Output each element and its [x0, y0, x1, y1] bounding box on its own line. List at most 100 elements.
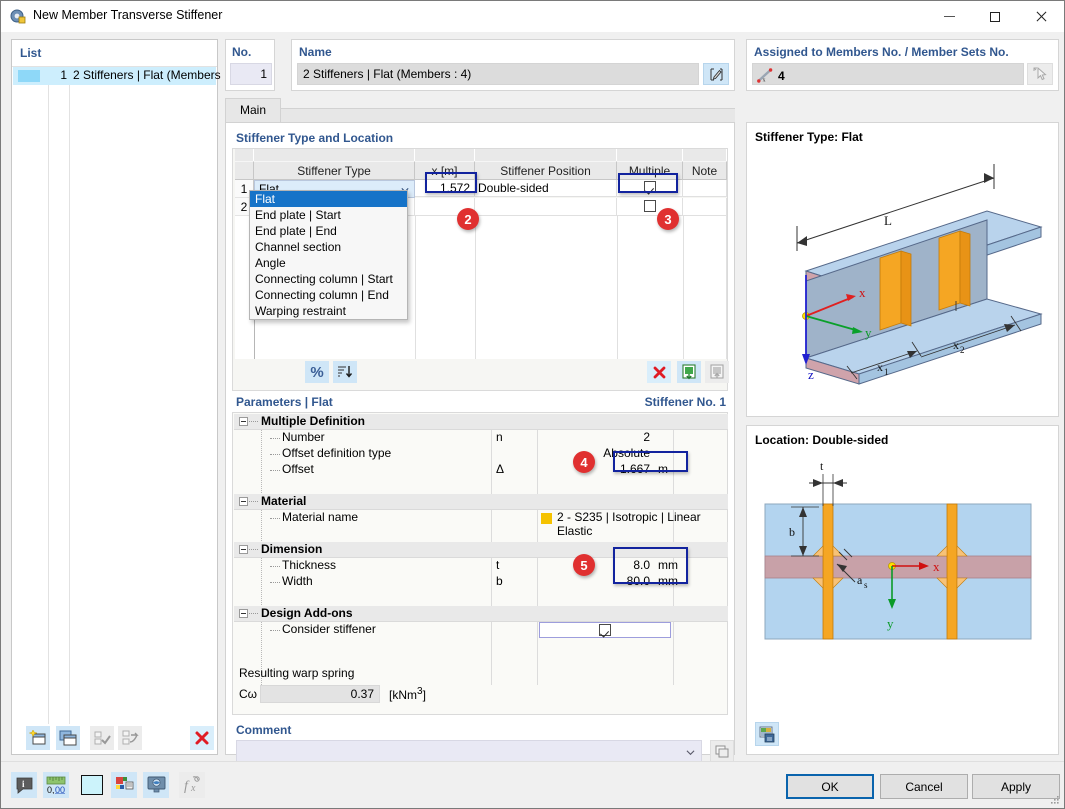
- dropdown-option[interactable]: Channel section: [250, 239, 407, 255]
- pick-members-button: [1027, 63, 1053, 85]
- note-cell[interactable]: [683, 180, 727, 197]
- label-width: b: [789, 525, 795, 539]
- parameters-title: Parameters | Flat: [236, 395, 333, 409]
- select-all-button: [90, 726, 114, 750]
- comment-library-button[interactable]: [710, 740, 734, 762]
- label-axis-x: x: [859, 285, 866, 300]
- dropdown-option[interactable]: Flat: [250, 191, 407, 207]
- number-value[interactable]: 1: [230, 63, 272, 85]
- close-button[interactable]: [1018, 1, 1064, 32]
- chevron-down-icon[interactable]: [686, 748, 695, 757]
- stiffener-type-dropdown[interactable]: Flat End plate | Start End plate | End C…: [249, 190, 408, 320]
- param-symbol: Δ: [496, 462, 505, 476]
- cancel-button[interactable]: Cancel: [880, 774, 968, 799]
- dropdown-option[interactable]: End plate | End: [250, 223, 407, 239]
- import-excel-button[interactable]: [677, 361, 701, 383]
- warp-spring-value: 0.37: [260, 685, 380, 703]
- highlight-dimension-values: [613, 547, 688, 584]
- copy-item-button[interactable]: [56, 726, 80, 750]
- param-value[interactable]: 2 - S235 | Isotropic | Linear Elastic: [557, 510, 728, 538]
- stiffener-position-cell-empty[interactable]: [475, 198, 617, 216]
- assigned-members-input[interactable]: x 4: [752, 63, 1024, 85]
- tab-strip: Main: [225, 98, 735, 122]
- table-spacer-note: [683, 149, 727, 161]
- param-section-label: Material: [261, 494, 307, 508]
- color-swatch-icon: [81, 775, 103, 795]
- multiple-checkbox-row2[interactable]: [643, 200, 656, 212]
- sort-descending-icon: [338, 366, 353, 378]
- renumber-button[interactable]: [111, 772, 137, 798]
- percent-icon: %: [310, 363, 324, 381]
- renumber-icon: [115, 777, 133, 790]
- maximize-button[interactable]: [972, 1, 1018, 32]
- param-value[interactable]: 2: [534, 430, 650, 444]
- sort-button[interactable]: [333, 361, 357, 383]
- minimize-icon: [943, 16, 955, 17]
- param-section-material[interactable]: Material: [234, 494, 728, 510]
- edit-name-button[interactable]: [703, 63, 729, 85]
- units-icon: 0, 00: [46, 776, 66, 794]
- dropdown-option[interactable]: Angle: [250, 255, 407, 271]
- collapse-icon[interactable]: [239, 545, 248, 554]
- collapse-icon[interactable]: [239, 497, 248, 506]
- param-section-multiple-definition[interactable]: Multiple Definition: [234, 414, 728, 430]
- param-row-material-name[interactable]: Material name 2 - S235 | Isotropic | Lin…: [234, 510, 728, 538]
- param-label: Number: [282, 430, 325, 444]
- percent-button[interactable]: %: [305, 361, 329, 383]
- list-item[interactable]: 1 2 Stiffeners | Flat (Members : 4): [13, 67, 241, 85]
- comment-input[interactable]: [236, 740, 702, 762]
- warp-spring-unit: [kNm3]: [389, 686, 426, 702]
- dropdown-option[interactable]: Connecting column | End: [250, 287, 407, 303]
- param-symbol: t: [496, 558, 500, 572]
- help-info-button[interactable]: i: [11, 772, 37, 798]
- param-row-consider-stiffener[interactable]: Consider stiffener: [234, 622, 728, 638]
- table-header-stiffener-type: Stiffener Type: [254, 161, 415, 180]
- apply-button[interactable]: Apply: [972, 774, 1060, 799]
- label-length: L: [884, 213, 892, 228]
- parameters-header: Parameters | Flat Stiffener No. 1: [232, 395, 728, 412]
- bottom-bar: i 0, 00 f x OK Cancel Apply: [1, 761, 1064, 808]
- table-corner-spacer: [235, 149, 254, 161]
- display-button[interactable]: [143, 772, 169, 798]
- list-title: List: [20, 46, 42, 60]
- warp-spring-symbol: Cω: [239, 687, 258, 701]
- list-item-label: 2 Stiffeners | Flat (Members : 4): [73, 68, 242, 82]
- consider-stiffener-checkbox[interactable]: [599, 624, 611, 636]
- consider-stiffener-field[interactable]: [539, 622, 671, 638]
- collapse-icon[interactable]: [239, 417, 248, 426]
- close-icon: [1035, 11, 1047, 23]
- dropdown-option[interactable]: Connecting column | Start: [250, 271, 407, 287]
- name-input[interactable]: 2 Stiffeners | Flat (Members : 4): [297, 63, 699, 85]
- badge-5: 5: [573, 554, 595, 576]
- units-decimals-button[interactable]: 0, 00: [43, 772, 69, 798]
- resize-grip[interactable]: [1049, 794, 1060, 805]
- stiffener-group-title: Stiffener Type and Location: [236, 131, 394, 145]
- title-bar: New Member Transverse Stiffener: [1, 1, 1064, 32]
- tab-main[interactable]: Main: [225, 98, 281, 122]
- color-swatch-button[interactable]: [79, 772, 105, 798]
- ok-button[interactable]: OK: [786, 774, 874, 799]
- highlight-multiple-checkbox: [618, 173, 678, 193]
- new-item-button[interactable]: [26, 726, 50, 750]
- badge-4: 4: [573, 451, 595, 473]
- export-excel-button: [705, 361, 729, 383]
- stiffener-position-cell[interactable]: Double-sided: [475, 180, 617, 197]
- dropdown-option[interactable]: End plate | Start: [250, 207, 407, 223]
- label-x1: x: [877, 360, 883, 374]
- delete-item-button[interactable]: [190, 726, 214, 750]
- param-row-number[interactable]: Number n 2: [234, 430, 728, 446]
- dropdown-option[interactable]: Warping restraint: [250, 303, 407, 319]
- assigned-members-panel: Assigned to Members No. / Member Sets No…: [746, 39, 1059, 91]
- list-item-number: 1: [60, 68, 67, 82]
- stiffener-number-title: Stiffener No. 1: [644, 395, 726, 409]
- param-section-label: Dimension: [261, 542, 323, 556]
- param-section-design-addons[interactable]: Design Add-ons: [234, 606, 728, 622]
- note-cell-row2[interactable]: [683, 198, 727, 216]
- delete-row-button[interactable]: [647, 361, 671, 383]
- pencil-edit-icon: [710, 68, 722, 80]
- collapse-icon[interactable]: [239, 609, 248, 618]
- minimize-button[interactable]: [926, 1, 972, 32]
- name-label: Name: [299, 45, 332, 59]
- cursor-pick-icon: [1033, 66, 1047, 80]
- preview-image-button[interactable]: [755, 722, 779, 746]
